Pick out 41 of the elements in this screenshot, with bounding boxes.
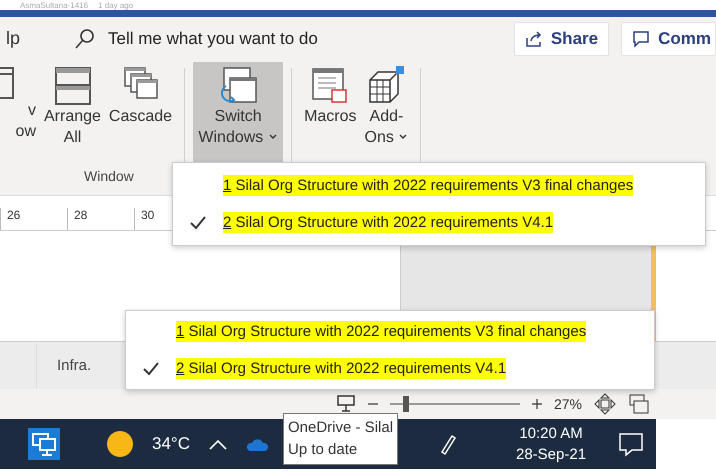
comment-icon [632, 30, 650, 48]
windows-icon [628, 393, 650, 415]
move-arrows-icon [594, 393, 616, 415]
notification-icon[interactable] [618, 431, 644, 457]
ribbon-button[interactable]: v ow [0, 62, 40, 162]
post-author: AsmaSultana-1416 [20, 0, 88, 10]
share-icon [524, 30, 543, 48]
remote-desktop-icon[interactable] [28, 428, 60, 460]
zoom-thumb[interactable] [402, 396, 409, 412]
ribbon-button[interactable]: Switch Windows [193, 62, 284, 162]
chevron-up-icon[interactable] [208, 438, 228, 450]
window-menu-item[interactable]: 1 Silal Org Structure with 2022 requirements V3 final changes [173, 167, 705, 204]
group-label: Window [84, 168, 135, 184]
post-time: 1 day ago [98, 0, 134, 10]
window-menu-item[interactable]: 1 Silal Org Structure with 2022 requirements V3 final changes [126, 313, 654, 350]
ruler-number: 26 [0, 208, 67, 230]
checkmark-icon [143, 362, 159, 376]
zoom-percent: 27% [554, 396, 582, 412]
arrange-windows-icon [52, 66, 92, 106]
tell-me-field[interactable]: Tell me what you want to do [108, 28, 514, 48]
window-menu-item[interactable]: 2 Silal Org Structure with 2022 requirements V4.1 [126, 350, 654, 387]
sun-icon [106, 430, 134, 458]
switch-windows-icon [218, 66, 258, 106]
help-tab[interactable]: lp [6, 28, 74, 49]
display-icon [336, 394, 356, 414]
new-window-icon [0, 66, 14, 100]
tooltip-text: Up to date [288, 440, 358, 460]
tooltip-text: OneDrive - Silal [288, 418, 394, 438]
share-button[interactable]: Share [514, 22, 610, 56]
clock-date: 28-Sep-21 [516, 445, 586, 465]
clock-time: 10:20 AM [519, 424, 583, 444]
checkmark-icon [190, 216, 206, 230]
search-icon [74, 28, 96, 50]
comments-button[interactable]: Comm [621, 22, 716, 56]
ruler-number: 28 [67, 208, 134, 230]
zoom-in-icon[interactable] [532, 399, 542, 409]
ribbon-button[interactable]: Add- Ons [360, 62, 412, 162]
temperature[interactable]: 34°C [152, 434, 190, 454]
ribbon-button[interactable]: Macros [300, 62, 361, 162]
ribbon-button[interactable]: Arrange All [40, 62, 105, 162]
ribbon-button[interactable]: Cascade [104, 62, 176, 162]
